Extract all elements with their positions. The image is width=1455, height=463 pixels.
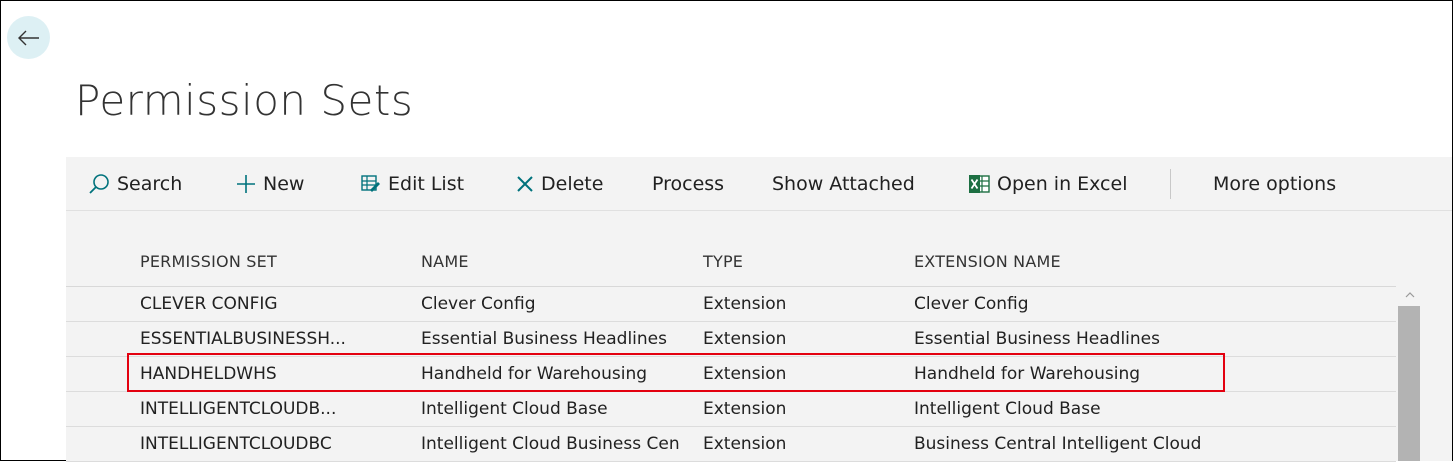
edit-list-icon <box>361 175 380 192</box>
cell-name: Intelligent Cloud Business Cen <box>421 434 680 454</box>
toolbar-divider <box>1170 169 1171 199</box>
column-header-extension-name[interactable]: EXTENSION NAME <box>914 252 1061 271</box>
cell-permission-set[interactable]: INTELLIGENTCLOUDB... <box>140 392 410 426</box>
scroll-up-icon[interactable] <box>1404 289 1416 301</box>
table-row[interactable]: INTELLIGENTCLOUDBC Intelligent Cloud Bus… <box>66 427 1396 462</box>
page-title: Permission Sets <box>75 76 414 125</box>
edit-list-button[interactable]: Edit List <box>361 157 464 211</box>
cell-permission-set[interactable]: HANDHELDWHS <box>140 357 410 391</box>
plus-icon <box>237 175 255 193</box>
cell-extension-name: Clever Config <box>914 294 1029 314</box>
cell-permission-set[interactable]: CLEVER CONFIG <box>140 287 410 321</box>
open-in-excel-label: Open in Excel <box>997 173 1128 195</box>
search-icon <box>89 174 109 194</box>
table-row[interactable]: CLEVER CONFIG Clever Config Extension Cl… <box>66 287 1396 322</box>
cell-name: Intelligent Cloud Base <box>421 399 608 419</box>
search-button[interactable]: Search <box>88 157 182 211</box>
action-bar: Search New Edit List Delete Process Show… <box>66 157 1452 211</box>
more-options-label: More options <box>1213 173 1337 195</box>
cell-type: Extension <box>703 399 787 419</box>
cell-type: Extension <box>703 434 787 454</box>
table-row[interactable]: HANDHELDWHS Handheld for Warehousing Ext… <box>66 357 1396 392</box>
table-row[interactable]: ESSENTIALBUSINESSH... Essential Business… <box>66 322 1396 357</box>
process-label: Process <box>652 173 725 195</box>
more-options-button[interactable]: More options <box>1213 157 1336 211</box>
back-button[interactable] <box>7 16 50 59</box>
column-header-permission-set[interactable]: PERMISSION SET <box>140 252 277 271</box>
open-in-excel-button[interactable]: Open in Excel <box>968 157 1127 211</box>
excel-icon <box>969 175 990 193</box>
cell-name: Handheld for Warehousing <box>421 364 648 384</box>
delete-label: Delete <box>541 173 604 195</box>
edit-list-label: Edit List <box>388 173 465 195</box>
show-attached-button[interactable]: Show Attached <box>772 157 915 211</box>
cell-name: Essential Business Headlines <box>421 329 667 349</box>
cell-permission-set[interactable]: ESSENTIALBUSINESSH... <box>140 322 410 356</box>
cell-name: Clever Config <box>421 294 536 314</box>
cell-type: Extension <box>703 294 787 314</box>
show-attached-label: Show Attached <box>772 173 915 195</box>
new-label: New <box>263 173 305 195</box>
search-label: Search <box>117 173 183 195</box>
cell-extension-name: Business Central Intelligent Cloud <box>914 434 1202 454</box>
delete-x-icon <box>517 176 533 192</box>
process-menu-button[interactable]: Process <box>652 157 724 211</box>
back-arrow-icon <box>17 30 39 45</box>
column-header-name[interactable]: NAME <box>421 252 469 271</box>
table-row[interactable]: INTELLIGENTCLOUDB... Intelligent Cloud B… <box>66 392 1396 427</box>
delete-button[interactable]: Delete <box>516 157 603 211</box>
cell-extension-name: Handheld for Warehousing <box>914 364 1141 384</box>
column-header-type[interactable]: TYPE <box>703 252 743 271</box>
cell-extension-name: Essential Business Headlines <box>914 329 1160 349</box>
cell-permission-set[interactable]: INTELLIGENTCLOUDBC <box>140 427 410 461</box>
new-button[interactable]: New <box>236 157 304 211</box>
cell-type: Extension <box>703 329 787 349</box>
scrollbar-thumb[interactable] <box>1398 306 1420 461</box>
cell-extension-name: Intelligent Cloud Base <box>914 399 1101 419</box>
cell-type: Extension <box>703 364 787 384</box>
